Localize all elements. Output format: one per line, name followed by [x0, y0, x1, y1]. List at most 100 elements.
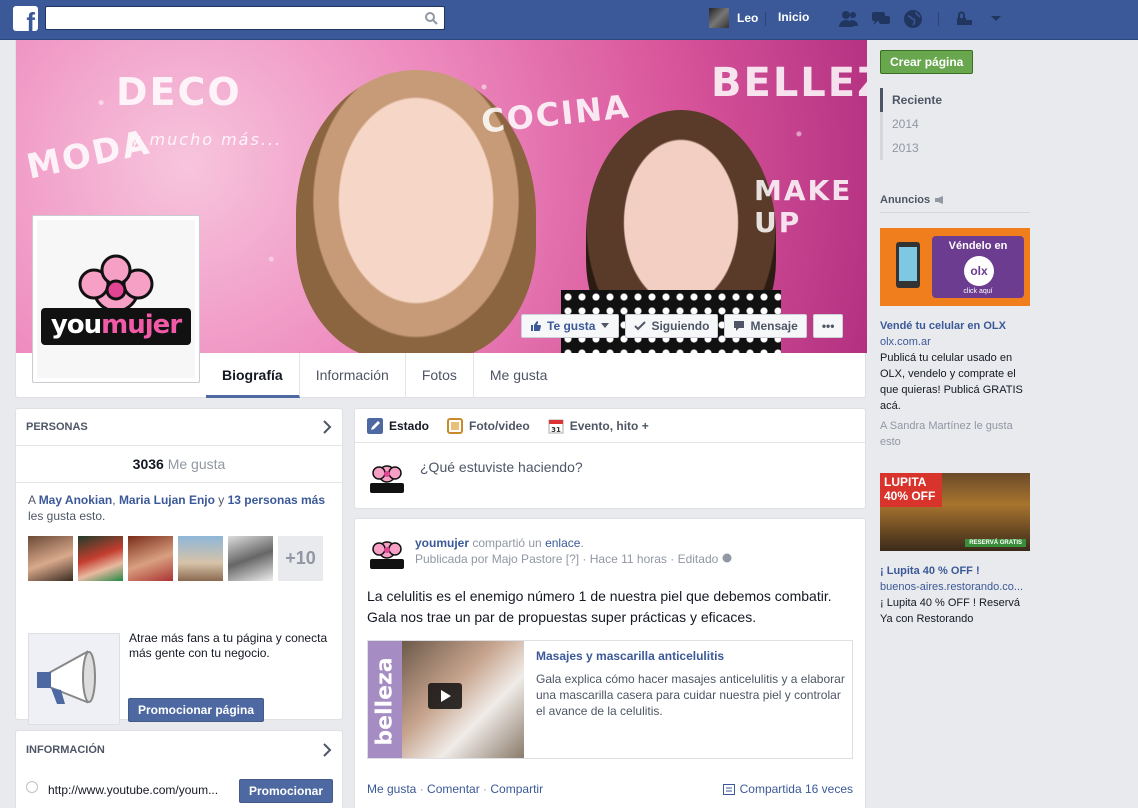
composer-tab-event[interactable]: 31 Evento, hito + — [548, 418, 649, 434]
friend-requests-icon[interactable] — [838, 8, 860, 30]
info-card: INFORMACIÓN http://www.youtube.com/youm.… — [15, 730, 343, 808]
top-bar: f Leo Inicio — [0, 0, 1138, 40]
friend-photo[interactable] — [128, 536, 173, 581]
ad-image[interactable]: Véndelo en olx click aquí — [880, 228, 1030, 306]
search-input[interactable] — [46, 7, 416, 29]
composer-tab-status[interactable]: Estado — [367, 417, 429, 434]
tab-informacion[interactable]: Información — [300, 353, 406, 398]
tab-fotos[interactable]: Fotos — [406, 353, 474, 398]
ad-url[interactable]: olx.com.ar — [880, 334, 1030, 350]
promote-page-button[interactable]: Promocionar página — [128, 698, 265, 722]
profile-tabs: Biografía Información Fotos Me gusta — [206, 353, 563, 398]
post-time[interactable]: Hace 11 horas — [590, 552, 667, 566]
people-header[interactable]: PERSONAS — [16, 409, 342, 446]
year-link[interactable]: 2014 — [880, 112, 1030, 136]
ads-label: Anuncios — [880, 194, 931, 206]
post-text: La celulitis es el enemigo número 1 de n… — [367, 588, 832, 625]
flower-logo-icon — [78, 254, 154, 312]
post-author[interactable]: youmujer — [415, 536, 469, 550]
globe-icon — [26, 781, 38, 793]
cover-word: BELLEZA — [711, 60, 867, 106]
attachment-description: Gala explica cómo hacer masajes anticelu… — [536, 672, 845, 718]
following-button[interactable]: Siguiendo — [625, 314, 719, 338]
logo-text: mujer — [101, 309, 182, 340]
page-header-card: DECO MODA y mucho más... COCINA BELLEZA … — [15, 40, 867, 398]
like-action[interactable]: Me gusta — [367, 782, 416, 796]
cover-word: y mucho más... — [131, 130, 283, 149]
info-header[interactable]: INFORMACIÓN — [16, 731, 342, 768]
composer-tab-label: Evento, hito + — [569, 418, 649, 433]
video-thumbnail[interactable]: belleza — [368, 641, 524, 758]
post-card: youmujer compartió un enlace. Publicada … — [354, 518, 866, 808]
share-icon — [722, 783, 735, 795]
friend-link[interactable]: Maria Lujan Enjo — [119, 493, 215, 507]
chevron-down-icon[interactable] — [985, 8, 1007, 30]
message-button[interactable]: Mensaje — [724, 314, 807, 338]
friend-photo[interactable] — [78, 536, 123, 581]
likes-label: Me gusta — [167, 456, 226, 472]
ad-url[interactable]: buenos-aires.restorando.co... — [880, 579, 1030, 595]
ad-text: Vendé tu celular en OLX olx.com.ar Publi… — [880, 318, 1030, 450]
photo-icon — [447, 417, 464, 434]
globe-icon[interactable] — [722, 553, 732, 563]
share-count[interactable]: Compartida 16 veces — [722, 782, 853, 796]
ad-image-text: RESERVÁ GRATIS — [965, 539, 1026, 547]
composer-tab-photo[interactable]: Foto/video — [447, 417, 530, 434]
share-action[interactable]: Compartir — [490, 782, 543, 796]
calendar-icon: 31 — [548, 419, 564, 434]
attachment-title[interactable]: Masajes y mascarilla anticelulitis — [536, 649, 724, 663]
ad-body: Publicá tu celular usado en OLX, vendelo… — [880, 352, 1023, 412]
page-avatar[interactable] — [367, 535, 407, 575]
privacy-lock-icon[interactable] — [953, 8, 975, 30]
profile-link[interactable]: Leo — [709, 8, 758, 28]
megaphone-icon — [935, 196, 944, 204]
ad-text: ¡ Lupita 40 % OFF ! buenos-aires.restora… — [880, 563, 1030, 627]
friend-photo[interactable] — [178, 536, 223, 581]
like-button-label: Te gusta — [547, 319, 596, 333]
home-link[interactable]: Inicio — [778, 10, 809, 24]
like-button[interactable]: Te gusta — [521, 314, 620, 338]
user-name: Leo — [737, 11, 759, 25]
friend-photo[interactable] — [228, 536, 273, 581]
logo-text: you — [50, 309, 102, 340]
link-attachment[interactable]: belleza Masajes y mascarilla anticelulit… — [367, 640, 853, 759]
more-options-button[interactable]: ••• — [812, 314, 844, 338]
profile-picture[interactable]: youmujer — [32, 215, 200, 383]
year-link[interactable]: Reciente — [880, 88, 1030, 112]
ad-body: ¡ Lupita 40 % OFF ! Reservá Ya con Resto… — [880, 597, 1020, 625]
status-input[interactable]: ¿Qué estuviste haciendo? — [420, 459, 583, 475]
chevron-down-icon — [601, 323, 610, 328]
phone-icon — [896, 242, 920, 288]
ad-image[interactable]: LUPITA 40% OFF RESERVÁ GRATIS — [880, 473, 1030, 551]
facebook-logo-icon[interactable]: f — [13, 6, 38, 31]
divider — [765, 12, 766, 26]
friend-photo[interactable] — [28, 536, 73, 581]
tab-me-gusta[interactable]: Me gusta — [474, 353, 564, 398]
divider — [938, 12, 939, 26]
messages-icon[interactable] — [870, 8, 892, 30]
friend-link[interactable]: May Anokian — [39, 493, 113, 507]
ad-social: A Sandra Martínez le gusta esto — [880, 420, 1013, 448]
timeline-years: Reciente 2014 2013 — [880, 88, 1030, 160]
search-icon[interactable] — [424, 11, 438, 25]
chevron-right-icon — [323, 420, 332, 434]
link-word[interactable]: enlace — [545, 536, 580, 550]
card-title: PERSONAS — [26, 421, 88, 433]
create-page-button[interactable]: Crear página — [880, 50, 974, 74]
card-title: INFORMACIÓN — [26, 743, 105, 756]
notifications-globe-icon[interactable] — [902, 8, 924, 30]
message-icon — [734, 321, 745, 331]
ad-image-text: click aquí — [963, 288, 993, 295]
website-link[interactable]: http://www.youtube.com/youm... — [48, 783, 218, 797]
more-people-link[interactable]: 13 personas más — [228, 493, 325, 507]
tab-biografia[interactable]: Biografía — [206, 353, 300, 398]
play-icon[interactable] — [428, 683, 462, 709]
more-friends-count[interactable]: +10 — [278, 536, 323, 581]
promo-text: Atrae más fans a tu página y conecta más… — [129, 631, 328, 660]
comment-action[interactable]: Comentar — [427, 782, 480, 796]
post-header: youmujer compartió un enlace. Publicada … — [415, 535, 732, 567]
ad-title[interactable]: ¡ Lupita 40 % OFF ! — [880, 563, 1030, 579]
promote-button[interactable]: Promocionar — [239, 779, 334, 803]
year-link[interactable]: 2013 — [880, 136, 1030, 160]
ad-title[interactable]: Vendé tu celular en OLX — [880, 318, 1030, 334]
